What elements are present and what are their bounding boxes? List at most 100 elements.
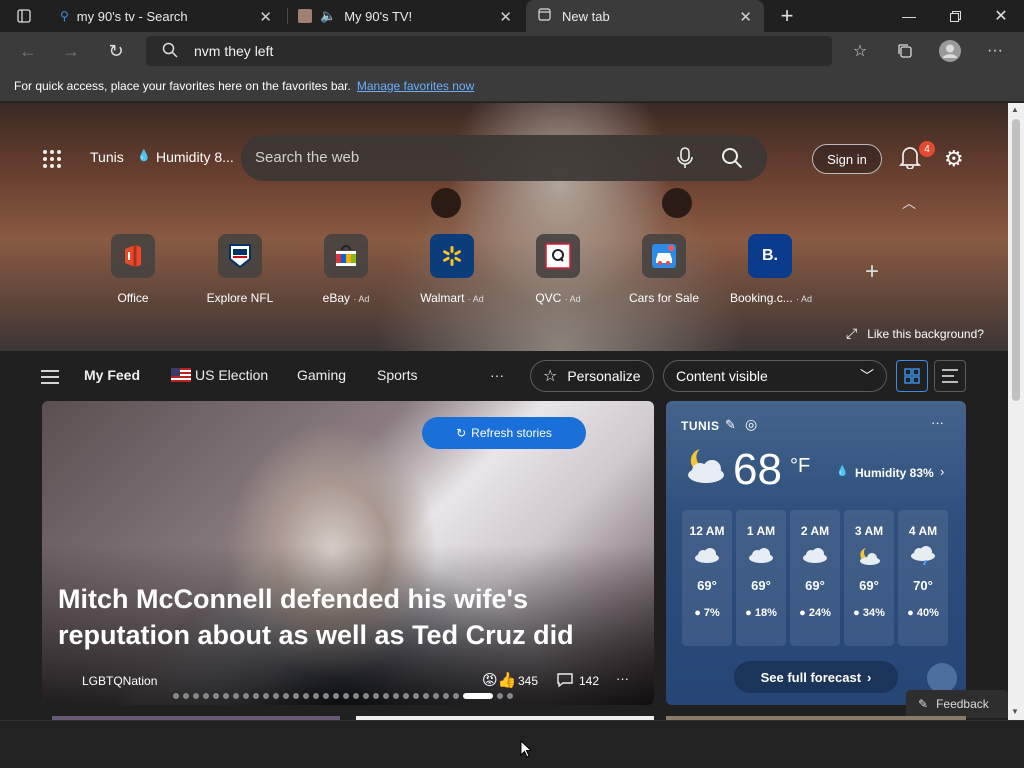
weather-more-icon[interactable]: ··· [931,415,944,430]
add-quick-link-icon[interactable]: + [865,258,879,286]
globe-icon[interactable]: ◎ [745,416,757,433]
manage-favorites-link[interactable]: Manage favorites now [357,79,474,93]
hero-location[interactable]: Tunis [90,149,124,165]
weather-city[interactable]: TUNIS [681,419,720,433]
favorites-star-icon[interactable]: ☆ [846,37,874,65]
hamburger-menu-icon[interactable] [41,370,59,389]
sign-in-button[interactable]: Sign in [812,144,882,174]
see-full-forecast-button[interactable]: See full forecast › [734,661,898,693]
precip-drop-icon: ● [853,607,860,619]
new-tab-plus-icon[interactable]: + [764,0,810,32]
quick-link-qvc[interactable]: QVC · Ad [518,234,598,305]
web-search-box[interactable]: Search the web [241,135,767,181]
hour-temp: 69° [805,578,825,593]
tab-actions-icon[interactable] [0,0,48,32]
back-icon[interactable]: ← [9,32,47,70]
nav-sports[interactable]: Sports [377,367,417,383]
close-tab-icon[interactable]: ✕ [259,8,272,26]
notifications-bell-icon[interactable] [898,145,922,174]
hourly-forecast-item[interactable]: 2 AM 69° ● 24% [790,510,840,646]
comment-icon[interactable] [556,672,574,693]
hourly-forecast-item[interactable]: 1 AM 69° ● 18% [736,510,786,646]
hour-time: 1 AM [746,524,776,538]
nav-more-icon[interactable]: ··· [490,367,504,383]
tab-my-90s-tv[interactable]: 🔈 My 90's TV! ✕ [290,0,524,32]
minimize-icon[interactable]: — [886,0,932,32]
speaker-icon[interactable]: 🔈 [320,8,336,24]
list-view-icon[interactable] [934,360,966,392]
apps-grid-icon[interactable] [42,149,62,174]
content-visibility-dropdown[interactable]: Content visible ﹀ [663,360,887,392]
weather-extra-icon[interactable] [927,663,957,693]
quick-link-cars-for-sale[interactable]: Cars for Sale [624,234,704,305]
refresh-icon: ↻ [456,426,467,440]
top-story-card[interactable]: ↻ Refresh stories Mitch McConnell defend… [42,401,654,705]
forward-icon[interactable]: → [52,32,90,70]
reaction-emoji-icon[interactable]: 😡👍 [482,671,516,689]
hour-time: 4 AM [908,524,938,538]
quick-link-explore-nfl[interactable]: Explore NFL [200,234,280,305]
hour-time: 12 AM [689,524,725,538]
quick-link-walmart[interactable]: Walmart · Ad [412,234,492,305]
search-icon[interactable] [721,147,743,174]
feedback-icon: ✎ [918,697,929,711]
scrollbar-thumb[interactable] [1012,119,1020,401]
scroll-up-icon[interactable]: ▲ [1011,105,1019,114]
hourly-forecast-item[interactable]: 4 AM 70° ● 40% [898,510,948,646]
qvc-logo-icon [545,243,571,269]
collections-icon[interactable] [891,37,919,65]
microphone-icon[interactable] [677,147,693,174]
more-menu-icon[interactable]: ··· [981,37,1009,65]
quick-link-ebay[interactable]: eBay · Ad [306,234,386,305]
quick-link-label: Booking.c... [730,291,793,305]
quick-link-label: Walmart [420,291,465,305]
story-source[interactable]: LGBTQNation [82,674,157,688]
restore-icon[interactable] [932,0,978,32]
bottom-bar [0,720,1024,768]
refresh-icon[interactable]: ↻ [97,32,135,70]
personalize-button[interactable]: ☆ Personalize [530,360,654,392]
personalize-label: Personalize [567,368,641,384]
feedback-button[interactable]: ✎ Feedback [906,690,1008,718]
hero-background: Tunis 💧 Humidity 8... Search the web Sig… [0,103,1008,351]
grid-view-icon[interactable] [896,360,928,392]
quick-link-office[interactable]: Office [93,234,173,305]
hourly-forecast-item[interactable]: 3 AM 69° ● 34% [844,510,894,646]
tab-search[interactable]: ⚲ my 90's tv - Search ✕ [52,0,284,32]
nav-my-feed[interactable]: My Feed [84,367,140,383]
scroll-down-icon[interactable]: ▼ [1011,707,1019,716]
refresh-stories-button[interactable]: ↻ Refresh stories [422,417,586,449]
carousel-dots[interactable] [173,693,513,699]
quick-link-booking[interactable]: B. Booking.c... · Ad [730,234,812,305]
temperature-unit[interactable]: °F [790,455,810,478]
hourly-forecast-item[interactable]: 12 AM 69° ● 7% [682,510,732,646]
settings-gear-icon[interactable]: ⚙ [944,146,964,172]
weather-card[interactable]: TUNIS ✎ ◎ ··· 68 °F 💧 Humidity 83% › 12 … [666,401,966,705]
chevron-right-icon[interactable]: › [940,464,944,479]
ad-label: · Ad [564,294,581,304]
weather-humidity[interactable]: Humidity 83% [855,466,934,480]
close-window-icon[interactable]: ✕ [978,0,1024,32]
nav-us-election[interactable]: US Election [195,367,268,383]
address-bar[interactable]: nvm they left [146,36,832,66]
edit-pencil-icon[interactable]: ✎ [725,417,736,433]
hour-precip: 40% [916,607,939,619]
profile-avatar-icon[interactable] [936,37,964,65]
story-more-icon[interactable]: ··· [616,671,629,686]
close-tab-icon[interactable]: ✕ [499,8,512,26]
precip-drop-icon: ● [799,607,806,619]
partly-cloudy-icon [844,546,894,568]
search-icon [162,42,178,63]
hero-humidity[interactable]: Humidity 8... [156,149,234,165]
us-flag-icon [171,368,191,387]
vertical-scrollbar[interactable]: ▲ ▼ [1008,103,1024,720]
tab-new-tab[interactable]: New tab ✕ [526,0,764,32]
like-background-button[interactable]: ⤢ Like this background? [846,325,984,342]
close-tab-icon[interactable]: ✕ [739,8,752,26]
hour-precip: 7% [703,607,720,619]
story-headline[interactable]: Mitch McConnell defended his wife's repu… [58,581,618,653]
tab-title: my 90's tv - Search [76,8,188,24]
nav-gaming[interactable]: Gaming [297,367,346,383]
collapse-chevron-up-icon[interactable]: ︿ [902,193,916,213]
sparkle-star-icon: ☆ [543,368,558,385]
